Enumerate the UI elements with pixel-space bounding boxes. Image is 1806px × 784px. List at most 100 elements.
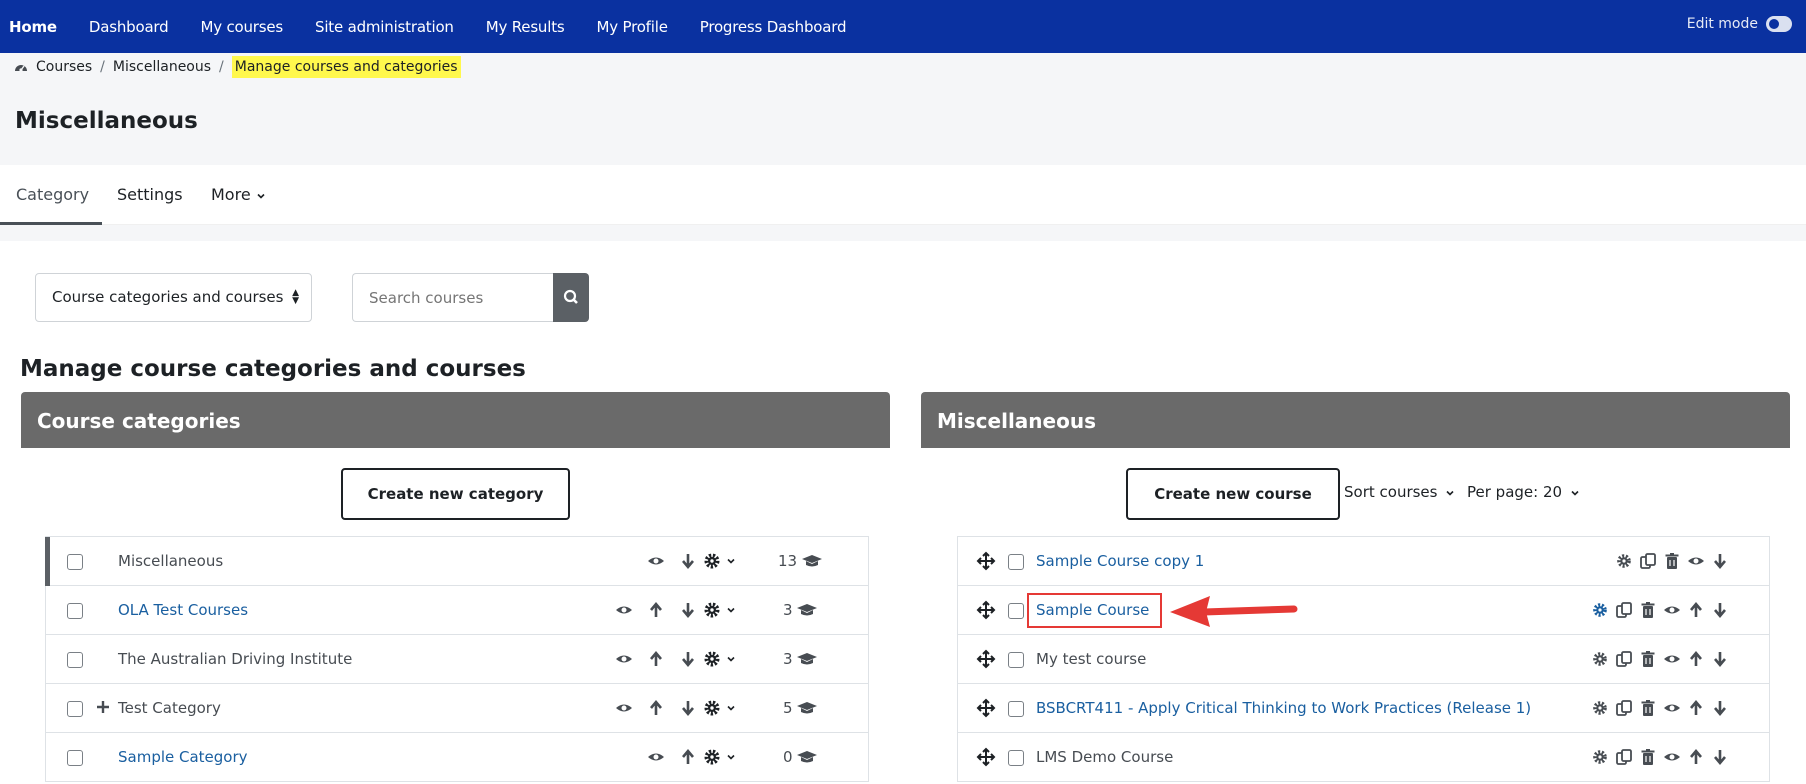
course-count-value: 0 <box>783 748 793 766</box>
row-checkbox[interactable] <box>67 603 83 619</box>
gear-icon[interactable] <box>702 551 722 571</box>
nav-my-courses[interactable]: My courses <box>184 18 299 36</box>
expand-plus-icon[interactable] <box>96 696 110 718</box>
copy-icon[interactable] <box>1614 600 1634 620</box>
category-name[interactable]: Test Category <box>118 699 221 717</box>
tab-settings[interactable]: Settings <box>117 185 183 204</box>
per-page-dropdown[interactable]: Per page: 20 <box>1467 483 1580 501</box>
trash-icon[interactable] <box>1638 600 1658 620</box>
tab-more[interactable]: More <box>211 185 266 204</box>
arrow-down-icon[interactable] <box>1710 600 1730 620</box>
chevron-down-icon[interactable] <box>726 649 736 669</box>
trash-icon[interactable] <box>1638 698 1658 718</box>
arrow-down-icon[interactable] <box>1710 698 1730 718</box>
course-name[interactable]: LMS Demo Course <box>1036 748 1173 766</box>
category-name[interactable]: OLA Test Courses <box>118 601 248 619</box>
breadcrumb-courses[interactable]: Courses <box>36 59 92 75</box>
edit-mode-toggle[interactable] <box>1766 16 1792 32</box>
tab-category[interactable]: Category <box>16 185 89 204</box>
arrow-down-icon[interactable] <box>1710 649 1730 669</box>
copy-icon[interactable] <box>1638 551 1658 571</box>
trash-icon[interactable] <box>1638 747 1658 767</box>
arrow-up-icon[interactable] <box>646 600 666 620</box>
row-checkbox[interactable] <box>67 652 83 668</box>
chevron-down-icon[interactable] <box>726 551 736 571</box>
eye-icon[interactable] <box>614 600 634 620</box>
gear-icon[interactable] <box>702 747 722 767</box>
eye-icon[interactable] <box>1662 649 1682 669</box>
nav-dashboard[interactable]: Dashboard <box>73 18 185 36</box>
eye-icon[interactable] <box>1686 551 1706 571</box>
move-icon[interactable] <box>976 747 996 767</box>
nav-progress-dashboard[interactable]: Progress Dashboard <box>684 18 863 36</box>
move-icon[interactable] <box>976 551 996 571</box>
row-checkbox[interactable] <box>1008 701 1024 717</box>
row-checkbox[interactable] <box>67 554 83 570</box>
eye-icon[interactable] <box>1662 747 1682 767</box>
row-checkbox[interactable] <box>67 750 83 766</box>
create-new-course-button[interactable]: Create new course <box>1126 468 1340 520</box>
row-checkbox[interactable] <box>1008 750 1024 766</box>
breadcrumb-miscellaneous[interactable]: Miscellaneous <box>113 59 211 75</box>
arrow-up-icon[interactable] <box>646 649 666 669</box>
move-icon[interactable] <box>976 649 996 669</box>
arrow-down-icon[interactable] <box>1710 551 1730 571</box>
gear-icon[interactable] <box>1590 600 1610 620</box>
edit-mode-control[interactable]: Edit mode <box>1687 16 1792 32</box>
arrow-up-icon[interactable] <box>1686 747 1706 767</box>
chevron-down-icon[interactable] <box>726 698 736 718</box>
move-icon[interactable] <box>976 698 996 718</box>
course-name[interactable]: My test course <box>1036 650 1146 668</box>
category-name[interactable]: Miscellaneous <box>118 552 223 570</box>
trash-icon[interactable] <box>1638 649 1658 669</box>
copy-icon[interactable] <box>1614 649 1634 669</box>
move-icon[interactable] <box>976 600 996 620</box>
arrow-down-icon[interactable] <box>678 698 698 718</box>
category-name[interactable]: Sample Category <box>118 748 248 766</box>
category-name[interactable]: The Australian Driving Institute <box>118 650 352 668</box>
row-checkbox[interactable] <box>1008 554 1024 570</box>
arrow-up-icon[interactable] <box>1686 600 1706 620</box>
eye-icon[interactable] <box>1662 600 1682 620</box>
gear-icon[interactable] <box>702 600 722 620</box>
row-checkbox[interactable] <box>1008 603 1024 619</box>
arrow-down-icon[interactable] <box>1710 747 1730 767</box>
nav-home[interactable]: Home <box>0 18 73 36</box>
gear-icon[interactable] <box>702 698 722 718</box>
copy-icon[interactable] <box>1614 698 1634 718</box>
nav-my-results[interactable]: My Results <box>470 18 581 36</box>
create-new-category-button[interactable]: Create new category <box>341 468 570 520</box>
arrow-up-icon[interactable] <box>646 698 666 718</box>
course-name[interactable]: Sample Course copy 1 <box>1036 552 1204 570</box>
chevron-down-icon[interactable] <box>726 747 736 767</box>
search-button[interactable] <box>553 273 589 322</box>
arrow-up-icon[interactable] <box>678 747 698 767</box>
copy-icon[interactable] <box>1614 747 1634 767</box>
gear-icon[interactable] <box>1590 649 1610 669</box>
eye-icon[interactable] <box>646 747 666 767</box>
arrow-down-icon[interactable] <box>678 649 698 669</box>
arrow-up-icon[interactable] <box>1686 649 1706 669</box>
row-checkbox[interactable] <box>1008 652 1024 668</box>
course-name[interactable]: BSBCRT411 - Apply Critical Thinking to W… <box>1036 699 1531 717</box>
nav-site-administration[interactable]: Site administration <box>299 18 470 36</box>
view-mode-select[interactable]: Course categories and courses ▲ ▼ <box>35 273 312 322</box>
gear-icon[interactable] <box>702 649 722 669</box>
trash-icon[interactable] <box>1662 551 1682 571</box>
sort-courses-dropdown[interactable]: Sort courses <box>1344 483 1455 501</box>
gear-icon[interactable] <box>1590 698 1610 718</box>
eye-icon[interactable] <box>646 551 666 571</box>
nav-my-profile[interactable]: My Profile <box>581 18 684 36</box>
row-checkbox[interactable] <box>67 701 83 717</box>
gear-icon[interactable] <box>1614 551 1634 571</box>
arrow-down-icon[interactable] <box>678 551 698 571</box>
tab-more-label: More <box>211 185 251 204</box>
arrow-down-icon[interactable] <box>678 600 698 620</box>
arrow-up-icon[interactable] <box>1686 698 1706 718</box>
search-courses-input[interactable] <box>352 273 554 322</box>
gear-icon[interactable] <box>1590 747 1610 767</box>
chevron-down-icon[interactable] <box>726 600 736 620</box>
eye-icon[interactable] <box>614 698 634 718</box>
eye-icon[interactable] <box>614 649 634 669</box>
eye-icon[interactable] <box>1662 698 1682 718</box>
